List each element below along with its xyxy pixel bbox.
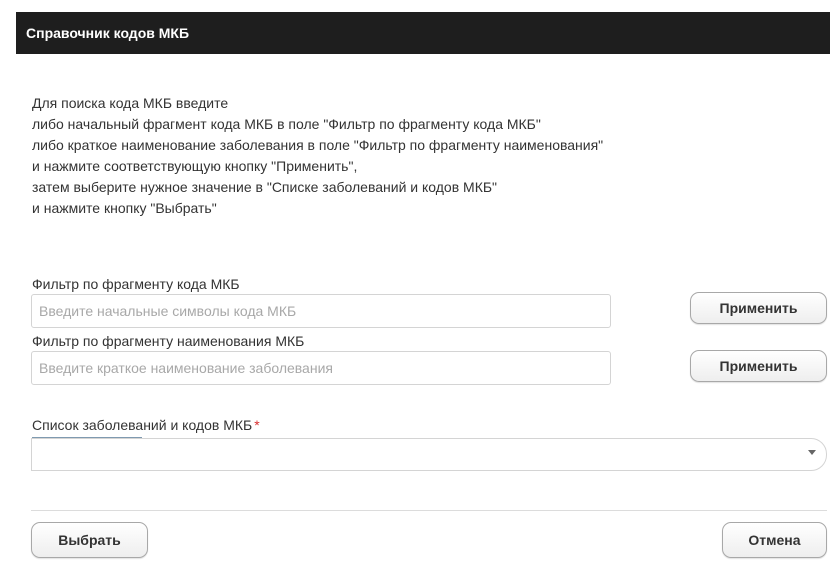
apply-name-filter-button[interactable]: Применить: [690, 350, 827, 382]
name-filter-input[interactable]: [31, 351, 611, 385]
required-marker: *: [254, 417, 260, 433]
instructions: Для поиска кода МКБ введите либо начальн…: [32, 93, 822, 219]
instruction-line: Для поиска кода МКБ введите: [32, 95, 229, 111]
code-filter-input[interactable]: [31, 294, 611, 328]
code-filter-label: Фильтр по фрагменту кода МКБ: [32, 276, 240, 292]
mkb-dialog: Справочник кодов МКБ Для поиска кода МКБ…: [0, 0, 830, 564]
disease-list-select[interactable]: [31, 438, 827, 471]
dialog-title: Справочник кодов МКБ: [16, 12, 830, 54]
cancel-button[interactable]: Отмена: [722, 522, 827, 558]
instruction-line: и нажмите соответствующую кнопку "Примен…: [32, 158, 358, 174]
instruction-line: и нажмите кнопку "Выбрать": [32, 200, 217, 216]
instruction-line: либо начальный фрагмент кода МКБ в поле …: [32, 116, 541, 132]
disease-list-label: Список заболеваний и кодов МКБ *: [32, 417, 260, 433]
instruction-line: либо краткое наименование заболевания в …: [32, 137, 604, 153]
select-button[interactable]: Выбрать: [31, 522, 148, 558]
footer-divider: [31, 510, 827, 511]
chevron-down-icon[interactable]: [808, 450, 816, 455]
name-filter-label: Фильтр по фрагменту наименования МКБ: [32, 333, 305, 349]
instruction-line: затем выберите нужное значение в "Списке…: [32, 179, 498, 195]
apply-code-filter-button[interactable]: Применить: [690, 292, 827, 324]
disease-list-label-text: Список заболеваний и кодов МКБ: [32, 417, 253, 433]
